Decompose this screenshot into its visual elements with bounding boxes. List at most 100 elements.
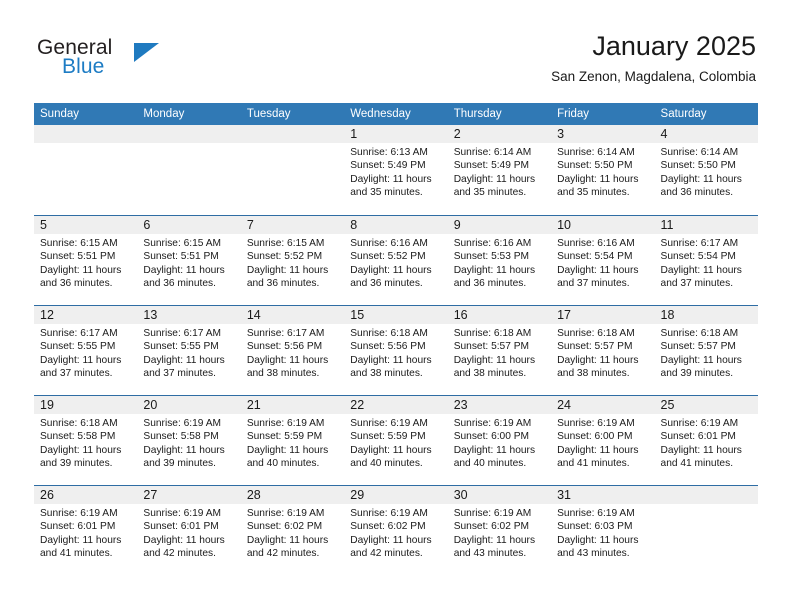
day-sun-info: Sunrise: 6:16 AM Sunset: 5:52 PM Daylight:…	[344, 234, 447, 290]
calendar-weeks: 1 Sunrise: 6:13 AM Sunset: 5:49 PM Daylight…	[34, 125, 758, 575]
sun-info-line: Sunrise: 6:19 AM	[143, 418, 222, 429]
day-cell-23[interactable]: 23 Sunrise: 6:19 AM Sunset: 6:00 PM Dayligh…	[447, 396, 552, 485]
day-cell-26[interactable]: 26 Sunrise: 6:19 AM Sunset: 6:01 PM Dayligh…	[34, 486, 138, 575]
day-cell-20[interactable]: 20 Sunrise: 6:19 AM Sunset: 5:58 PM Dayligh…	[137, 396, 241, 485]
sun-info-line: Sunset: 5:55 PM	[143, 341, 219, 353]
sun-info-line: Daylight: 11 hours	[143, 444, 225, 456]
day-cell-3[interactable]: 3 Sunrise: 6:14 AM Sunset: 5:50 PM Daylight…	[551, 125, 655, 215]
sun-info-line: Sunrise: 6:15 AM	[40, 238, 118, 249]
day-number-band: 8	[344, 216, 448, 234]
sun-info-line: Daylight: 11 hours	[660, 444, 742, 456]
day-sun-info: Sunrise: 6:17 AM Sunset: 5:55 PM Daylight:…	[34, 324, 137, 380]
day-cell-14[interactable]: 14 Sunrise: 6:17 AM Sunset: 5:56 PM Dayligh…	[240, 306, 345, 395]
sun-info-line: Daylight: 11 hours	[557, 444, 639, 456]
day-cell-17[interactable]: 17 Sunrise: 6:18 AM Sunset: 5:57 PM Dayligh…	[551, 306, 655, 395]
calendar-week-row: 5 Sunrise: 6:15 AM Sunset: 5:51 PM Daylight…	[34, 215, 758, 305]
day-number-band: 14	[240, 306, 345, 324]
day-sun-info: Sunrise: 6:19 AM Sunset: 5:58 PM Daylight:…	[137, 414, 240, 470]
day-number: 29	[350, 488, 365, 502]
day-sun-info: Sunrise: 6:15 AM Sunset: 5:51 PM Daylight:…	[137, 234, 240, 290]
day-number-band: 12	[34, 306, 138, 324]
day-cell-28[interactable]: 28 Sunrise: 6:19 AM Sunset: 6:02 PM Dayligh…	[240, 486, 345, 575]
weekday-header-thursday: Thursday	[453, 108, 502, 120]
day-cell-9[interactable]: 9 Sunrise: 6:16 AM Sunset: 5:53 PM Daylight…	[447, 216, 552, 305]
day-sun-info: Sunrise: 6:18 AM Sunset: 5:57 PM Daylight:…	[551, 324, 654, 380]
sun-info-line: Sunrise: 6:19 AM	[557, 418, 635, 429]
sun-info-line: Sunrise: 6:19 AM	[453, 418, 532, 429]
sun-info-line: Daylight: 11 hours	[660, 173, 742, 185]
sun-info-line: Sunrise: 6:18 AM	[557, 328, 635, 339]
day-number: 8	[350, 218, 358, 232]
day-cell-2[interactable]: 2 Sunrise: 6:14 AM Sunset: 5:49 PM Daylight…	[447, 125, 552, 215]
day-number: 14	[246, 308, 261, 322]
day-number-band: 19	[34, 396, 138, 414]
weekday-header-saturday: Saturday	[660, 108, 707, 120]
sun-info-line: Sunrise: 6:19 AM	[246, 508, 325, 519]
day-sun-info: Sunrise: 6:19 AM Sunset: 6:02 PM Daylight:…	[241, 504, 344, 560]
day-sun-info: Sunrise: 6:18 AM Sunset: 5:57 PM Daylight:…	[655, 324, 758, 380]
sun-info-line: Sunrise: 6:17 AM	[40, 328, 118, 339]
sun-info-line: Sunset: 6:00 PM	[557, 431, 633, 443]
day-number: 12	[40, 308, 54, 322]
day-sun-info: Sunrise: 6:14 AM Sunset: 5:49 PM Daylight:…	[448, 143, 551, 199]
day-cell-7[interactable]: 7 Sunrise: 6:15 AM Sunset: 5:52 PM Daylight…	[240, 216, 345, 305]
sun-info-line: Sunset: 5:57 PM	[660, 341, 736, 353]
day-cell-25[interactable]: 25 Sunrise: 6:19 AM Sunset: 6:01 PM Dayligh…	[654, 396, 758, 485]
sun-info-line: Sunrise: 6:19 AM	[557, 508, 635, 519]
day-number: 31	[557, 488, 572, 502]
day-number: 23	[453, 398, 468, 412]
logo-triangle-icon	[134, 43, 159, 62]
day-cell-21[interactable]: 21 Sunrise: 6:19 AM Sunset: 5:59 PM Dayligh…	[240, 396, 345, 485]
day-cell-15[interactable]: 15 Sunrise: 6:18 AM Sunset: 5:56 PM Dayligh…	[344, 306, 448, 395]
day-cell-27[interactable]: 27 Sunrise: 6:19 AM Sunset: 6:01 PM Dayligh…	[137, 486, 241, 575]
day-number: 6	[143, 218, 151, 232]
day-cell-22[interactable]: 22 Sunrise: 6:19 AM Sunset: 5:59 PM Dayligh…	[344, 396, 448, 485]
sun-info-line: Sunrise: 6:14 AM	[557, 147, 635, 158]
day-cell-12[interactable]: 12 Sunrise: 6:17 AM Sunset: 5:55 PM Dayligh…	[34, 306, 138, 395]
title-block: January 2025 San Zenon, Magdalena, Colom…	[551, 30, 756, 86]
day-cell-16[interactable]: 16 Sunrise: 6:18 AM Sunset: 5:57 PM Dayligh…	[447, 306, 552, 395]
day-cell-19[interactable]: 19 Sunrise: 6:18 AM Sunset: 5:58 PM Dayligh…	[34, 396, 138, 485]
day-number: 20	[143, 398, 158, 412]
day-sun-info: Sunrise: 6:14 AM Sunset: 5:50 PM Daylight:…	[655, 143, 758, 199]
day-cell-4[interactable]: 4 Sunrise: 6:14 AM Sunset: 5:50 PM Daylight…	[654, 125, 758, 215]
sun-info-line: Sunset: 6:01 PM	[660, 431, 736, 443]
day-cell-31[interactable]: 31 Sunrise: 6:19 AM Sunset: 6:03 PM Dayligh…	[551, 486, 655, 575]
day-cell-6[interactable]: 6 Sunrise: 6:15 AM Sunset: 5:51 PM Daylight…	[137, 216, 241, 305]
day-cell-1[interactable]: 1 Sunrise: 6:13 AM Sunset: 5:49 PM Daylight…	[344, 125, 448, 215]
day-cell-29[interactable]: 29 Sunrise: 6:19 AM Sunset: 6:02 PM Dayligh…	[344, 486, 448, 575]
sun-info-line: Sunrise: 6:15 AM	[143, 238, 222, 249]
sun-info-line: Sunset: 6:01 PM	[40, 521, 116, 533]
sun-info-line: Sunset: 5:49 PM	[453, 160, 530, 172]
sun-info-line: and 42 minutes.	[246, 547, 320, 559]
sun-info-line: and 37 minutes.	[40, 367, 113, 379]
day-number-band: 3	[551, 125, 655, 143]
day-cell-13[interactable]: 13 Sunrise: 6:17 AM Sunset: 5:55 PM Dayligh…	[137, 306, 241, 395]
sun-info-line: Daylight: 11 hours	[143, 354, 225, 366]
sun-info-line: and 37 minutes.	[143, 367, 216, 379]
day-cell-30[interactable]: 30 Sunrise: 6:19 AM Sunset: 6:02 PM Dayligh…	[447, 486, 552, 575]
day-cell-empty	[654, 486, 758, 575]
day-number: 16	[453, 308, 468, 322]
day-number-band: 21	[240, 396, 345, 414]
sun-info-line: and 37 minutes.	[660, 277, 734, 289]
day-cell-5[interactable]: 5 Sunrise: 6:15 AM Sunset: 5:51 PM Daylight…	[34, 216, 138, 305]
logo-text-blue: Blue	[62, 55, 105, 78]
day-number: 15	[350, 308, 365, 322]
day-number-band	[654, 486, 758, 504]
sun-info-line: Sunset: 6:01 PM	[143, 521, 219, 533]
day-cell-8[interactable]: 8 Sunrise: 6:16 AM Sunset: 5:52 PM Daylight…	[344, 216, 448, 305]
day-cell-18[interactable]: 18 Sunrise: 6:18 AM Sunset: 5:57 PM Dayligh…	[654, 306, 758, 395]
day-cell-10[interactable]: 10 Sunrise: 6:16 AM Sunset: 5:54 PM Dayligh…	[551, 216, 655, 305]
day-cell-24[interactable]: 24 Sunrise: 6:19 AM Sunset: 6:00 PM Dayligh…	[551, 396, 655, 485]
calendar-week-row: 26 Sunrise: 6:19 AM Sunset: 6:01 PM Dayligh…	[34, 485, 758, 575]
day-number: 10	[557, 218, 572, 232]
day-cell-11[interactable]: 11 Sunrise: 6:17 AM Sunset: 5:54 PM Dayligh…	[654, 216, 758, 305]
day-number-band: 30	[447, 486, 552, 504]
sun-info-line: Sunrise: 6:19 AM	[660, 418, 739, 429]
sun-info-line: and 36 minutes.	[143, 277, 216, 289]
sun-info-line: Sunrise: 6:13 AM	[350, 147, 428, 158]
day-sun-info: Sunrise: 6:19 AM Sunset: 6:02 PM Daylight:…	[448, 504, 551, 560]
sun-info-line: Sunset: 5:49 PM	[350, 160, 426, 172]
day-number-band: 25	[654, 396, 758, 414]
